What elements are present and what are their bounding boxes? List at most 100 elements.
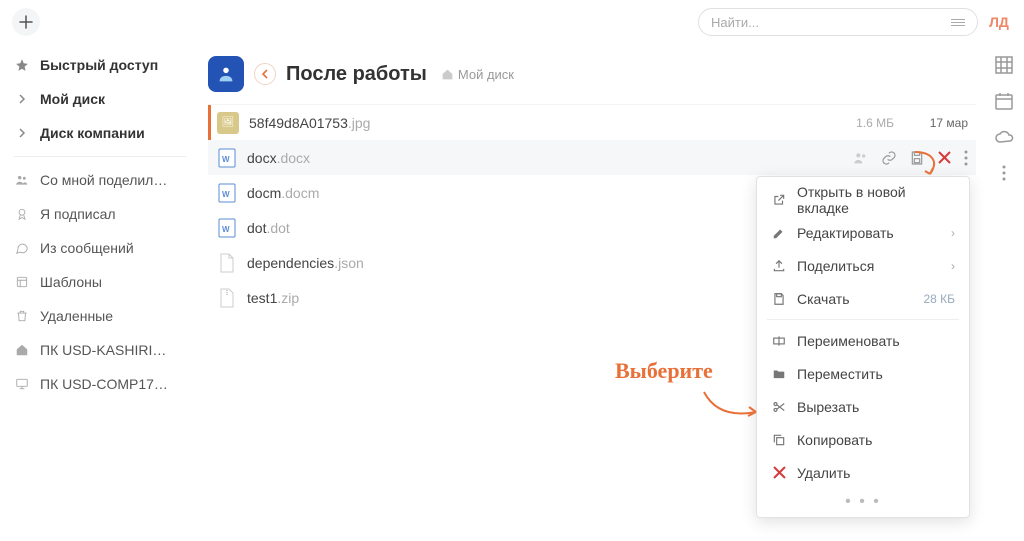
- sidebar-label: Из сообщений: [40, 240, 134, 256]
- add-button[interactable]: [12, 8, 40, 36]
- annotation-arrow-icon: [910, 150, 950, 178]
- sidebar-label: ПК USD-KASHIRI…: [40, 342, 166, 358]
- sidebar: Быстрый доступ Мой диск Диск компании Со…: [0, 44, 200, 541]
- cloud-icon[interactable]: [993, 126, 1015, 148]
- grid-view-icon[interactable]: [993, 54, 1015, 76]
- sidebar-label: Диск компании: [40, 125, 145, 141]
- delete-x-icon: [771, 466, 787, 479]
- link-icon[interactable]: [881, 150, 897, 166]
- ctx-more-icon[interactable]: • • •: [757, 489, 969, 511]
- sidebar-label: ПК USD-COMP17…: [40, 376, 168, 392]
- page-title: После работы: [286, 63, 427, 86]
- copy-icon: [771, 433, 787, 447]
- ctx-download[interactable]: Скачать 28 КБ: [757, 282, 969, 315]
- sidebar-label: Со мной поделил…: [40, 172, 167, 188]
- award-icon: [14, 207, 30, 221]
- right-rail: [984, 44, 1024, 541]
- word-icon: W: [217, 217, 237, 239]
- back-button[interactable]: [254, 63, 276, 85]
- home-icon: [441, 68, 454, 81]
- folder-app-icon: [208, 56, 244, 92]
- breadcrumb-label: Мой диск: [458, 67, 514, 82]
- chevron-right-icon: ›: [951, 226, 955, 240]
- ctx-edit[interactable]: Редактировать ›: [757, 216, 969, 249]
- search-placeholder: Найти...: [711, 15, 759, 30]
- svg-text:W: W: [222, 190, 230, 199]
- word-icon: W: [217, 182, 237, 204]
- sidebar-item-quick[interactable]: Быстрый доступ: [0, 48, 200, 82]
- sidebar-label: Удаленные: [40, 308, 113, 324]
- file-row[interactable]: W docx.docx: [208, 140, 976, 175]
- thumbnail-icon: 🖼: [217, 112, 239, 134]
- file-name: 58f49d8A01753.jpg: [249, 115, 814, 131]
- user-avatar[interactable]: ЛД: [986, 14, 1012, 30]
- sidebar-item-pc2[interactable]: ПК USD-COMP17…: [0, 367, 200, 401]
- ctx-label: Переименовать: [797, 333, 955, 349]
- sidebar-label: Мой диск: [40, 91, 105, 107]
- file-name: docx.docx: [247, 150, 843, 166]
- ctx-label: Копировать: [797, 432, 955, 448]
- pencil-icon: [771, 226, 787, 240]
- ctx-label: Переместить: [797, 366, 955, 382]
- monitor-icon: [14, 377, 30, 391]
- file-row[interactable]: 🖼 58f49d8A01753.jpg 1.6 МБ 17 мар: [208, 105, 976, 140]
- save-icon: [771, 292, 787, 306]
- ctx-label: Поделиться: [797, 258, 941, 274]
- sidebar-label: Шаблоны: [40, 274, 102, 290]
- breadcrumb[interactable]: Мой диск: [441, 67, 514, 82]
- zip-icon: [217, 287, 237, 309]
- sidebar-label: Я подписал: [40, 206, 116, 222]
- home-icon: [14, 343, 30, 357]
- ctx-share[interactable]: Поделиться ›: [757, 249, 969, 282]
- chevron-right-icon: [14, 128, 30, 138]
- ctx-label: Вырезать: [797, 399, 955, 415]
- people-icon: [14, 173, 30, 187]
- divider: [767, 319, 959, 320]
- more-vertical-icon[interactable]: [993, 162, 1015, 184]
- sidebar-item-shared[interactable]: Со мной поделил…: [0, 163, 200, 197]
- context-menu: Открыть в новой вкладке Редактировать › …: [756, 176, 970, 518]
- ctx-delete[interactable]: Удалить: [757, 456, 969, 489]
- ctx-label: Открыть в новой вкладке: [797, 184, 955, 216]
- folder-move-icon: [771, 367, 787, 381]
- ctx-move[interactable]: Переместить: [757, 357, 969, 390]
- calendar-icon[interactable]: [993, 90, 1015, 112]
- star-icon: [14, 58, 30, 72]
- chevron-right-icon: [14, 94, 30, 104]
- ctx-rename[interactable]: Переименовать: [757, 324, 969, 357]
- template-icon: [14, 275, 30, 289]
- search-input[interactable]: Найти...: [698, 8, 978, 36]
- ctx-copy[interactable]: Копировать: [757, 423, 969, 456]
- ctx-size: 28 КБ: [923, 292, 955, 306]
- rename-icon: [771, 334, 787, 348]
- sidebar-item-company[interactable]: Диск компании: [0, 116, 200, 150]
- ctx-label: Удалить: [797, 465, 955, 481]
- annotation-label: Выберите: [615, 358, 713, 384]
- svg-text:W: W: [222, 225, 230, 234]
- annotation-arrow-icon: [700, 388, 762, 422]
- ctx-open-new-tab[interactable]: Открыть в новой вкладке: [757, 183, 969, 216]
- sidebar-item-mydisk[interactable]: Мой диск: [0, 82, 200, 116]
- scissors-icon: [771, 400, 787, 414]
- chat-icon: [14, 241, 30, 255]
- svg-text:W: W: [222, 155, 230, 164]
- file-size: 1.6 МБ: [824, 116, 894, 130]
- sidebar-item-signed[interactable]: Я подписал: [0, 197, 200, 231]
- sidebar-label: Быстрый доступ: [40, 57, 158, 73]
- sidebar-item-templates[interactable]: Шаблоны: [0, 265, 200, 299]
- sidebar-item-deleted[interactable]: Удаленные: [0, 299, 200, 333]
- chevron-right-icon: ›: [951, 259, 955, 273]
- folder-header: После работы Мой диск: [208, 44, 976, 104]
- sidebar-item-pc1[interactable]: ПК USD-KASHIRI…: [0, 333, 200, 367]
- search-filter-icon[interactable]: [951, 19, 965, 26]
- share-icon: [771, 259, 787, 273]
- ctx-label: Редактировать: [797, 225, 941, 241]
- file-icon: [217, 252, 237, 274]
- word-icon: W: [217, 147, 237, 169]
- share-users-icon[interactable]: [853, 150, 869, 166]
- more-icon[interactable]: [964, 150, 968, 166]
- ctx-cut[interactable]: Вырезать: [757, 390, 969, 423]
- external-link-icon: [771, 193, 787, 207]
- sidebar-item-messages[interactable]: Из сообщений: [0, 231, 200, 265]
- file-date: 17 мар: [904, 116, 968, 130]
